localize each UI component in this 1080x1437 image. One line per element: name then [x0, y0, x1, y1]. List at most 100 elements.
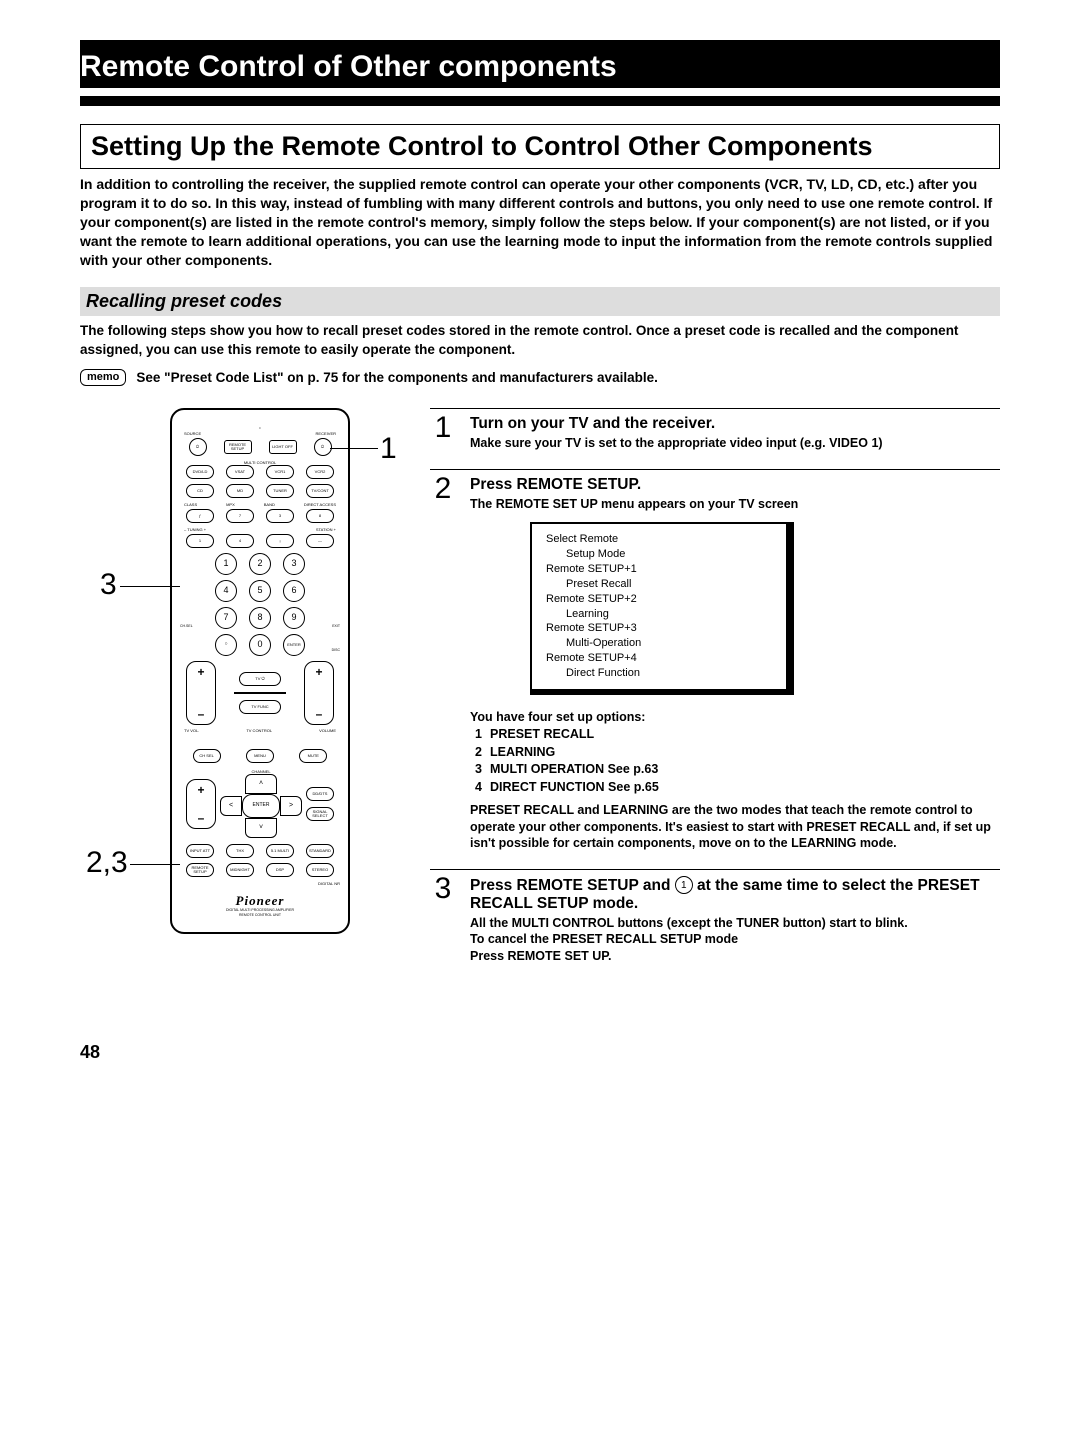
tv-line-1b: Preset Recall	[546, 577, 776, 592]
opt-1-label: PRESET RECALL	[490, 726, 594, 744]
remote-label-mpx: MPX	[226, 503, 235, 507]
remote-mc-md: MD	[226, 484, 254, 498]
opt-4-label: DIRECT FUNCTION See p.65	[490, 779, 659, 797]
remote-dpad-left: ˂	[220, 796, 242, 816]
circled-1-icon: 1	[675, 876, 693, 894]
tv-line-2b: Learning	[546, 607, 776, 622]
remote-label-class: CLASS	[184, 503, 197, 507]
page-header-band: Remote Control of Other components	[80, 40, 1000, 88]
step-3-number: 3	[430, 874, 456, 904]
remote-midnight: MIDNIGHT	[226, 863, 254, 877]
remote-label-tvvol: TV VOL.	[184, 729, 199, 733]
subheading-text: The following steps show you how to reca…	[80, 322, 1000, 358]
tv-line-4a: Remote SETUP+4	[546, 651, 776, 666]
remote-label-band: BAND	[264, 503, 275, 507]
remote-label-tuning: – TUNING +	[184, 528, 206, 532]
callout-3-line	[120, 586, 180, 587]
remote-51multi: 5.1 MULTI	[266, 844, 294, 858]
step-3-note-1: All the MULTI CONTROL buttons (except th…	[470, 915, 1000, 931]
remote-label-source: SOURCE	[184, 432, 201, 436]
remote-num-4: 4	[215, 580, 237, 602]
callout-1: 1	[380, 432, 397, 466]
tv-line-1a: Remote SETUP+1	[546, 562, 776, 577]
remote-label-disc: DISC	[332, 649, 340, 653]
step-2-number: 2	[430, 474, 456, 504]
remote-num-7: 7	[215, 607, 237, 629]
remote-mc-tuner: TUNER	[266, 484, 294, 498]
subheading: Recalling preset codes	[86, 291, 994, 312]
remote-num-enter: ENTER	[283, 634, 305, 656]
remote-left-rocker: +–	[186, 779, 216, 829]
step-1: 1 Turn on your TV and the receiver. Make…	[430, 413, 1000, 451]
remote-tuning-2: 4	[226, 534, 254, 548]
opt-2-n: 2	[470, 744, 482, 762]
remote-mc-cd: CD	[186, 484, 214, 498]
remote-input-att: INPUT ATT	[186, 844, 214, 858]
remote-chsel-btn: CH SEL	[193, 749, 221, 763]
step-1-number: 1	[430, 413, 456, 443]
remote-tv-power: TV ⏻	[239, 672, 281, 686]
step-1-note: Make sure your TV is set to the appropri…	[470, 435, 1000, 451]
remote-remote-setup-top: REMOTE SETUP	[224, 440, 252, 454]
remote-light-off: LIGHT OFF	[269, 440, 297, 454]
callout-2-3: 2,3	[86, 846, 128, 880]
remote-dpad-up: ˄	[245, 774, 277, 794]
options-intro: You have four set up options:	[470, 709, 1000, 727]
opt-3-label: MULTI OPERATION See p.63	[490, 761, 658, 779]
tv-subtitle: Setup Mode	[546, 547, 776, 562]
callout-3: 3	[100, 568, 117, 602]
remote-func-2: 7	[226, 509, 254, 523]
step-2-options-note: PRESET RECALL and LEARNING are the two m…	[470, 802, 1000, 851]
remote-mute-btn: MUTE	[299, 749, 327, 763]
remote-num-0: 0	[249, 634, 271, 656]
remote-func-4: 8	[306, 509, 334, 523]
header-rule	[80, 96, 1000, 106]
page-number: 48	[80, 1042, 1000, 1063]
remote-label-exit: EXIT	[332, 625, 340, 629]
remote-num-1: 1	[215, 553, 237, 575]
remote-mc-vcr1: VCR1	[266, 465, 294, 479]
remote-brand-sub2: REMOTE CONTROL UNIT	[180, 914, 340, 918]
opt-1-n: 1	[470, 726, 482, 744]
remote-num-9: 9	[283, 607, 305, 629]
opt-2-label: LEARNING	[490, 744, 555, 762]
remote-num-3: 3	[283, 553, 305, 575]
remote-diagram-column: 1 3 2,3 • SOURCE RECEIVER ⏻ REMOTE SETUP…	[80, 408, 410, 934]
remote-num-5: 5	[249, 580, 271, 602]
remote-label-volume: VOLUME	[319, 729, 336, 733]
step-3: 3 Press REMOTE SETUP and 1 at the same t…	[430, 874, 1000, 964]
remote-num-6: 6	[283, 580, 305, 602]
step-2-title: Press REMOTE SETUP.	[470, 476, 1000, 494]
remote-label-digitalnr: DIGITAL NR	[180, 882, 346, 886]
page-header-title: Remote Control of Other components	[80, 50, 1000, 84]
step-3-note-2: To cancel the PRESET RECALL SETUP mode	[470, 931, 1000, 947]
step-3-title: Press REMOTE SETUP and 1 at the same tim…	[470, 876, 1000, 913]
memo-row: memo See "Preset Code List" on p. 75 for…	[80, 369, 1000, 386]
remote-thx: THX	[226, 844, 254, 858]
callout-1-line	[330, 448, 378, 449]
remote-label-directaccess: DIRECT ACCESS	[304, 503, 336, 507]
tv-line-2a: Remote SETUP+2	[546, 592, 776, 607]
remote-mc-tvcont: TV/CONT	[306, 484, 334, 498]
step-1-title: Turn on your TV and the receiver.	[470, 415, 1000, 433]
remote-control-illustration: • SOURCE RECEIVER ⏻ REMOTE SETUP LIGHT O…	[170, 408, 350, 934]
opt-3-n: 3	[470, 761, 482, 779]
remote-num-2: 2	[249, 553, 271, 575]
remote-tuning-3: ¡	[266, 534, 294, 548]
remote-volume-rocker: +–	[304, 661, 334, 725]
step-2: 2 Press REMOTE SETUP. The REMOTE SET UP …	[430, 474, 1000, 851]
remote-label-chsel: CH.SEL	[180, 625, 193, 629]
remote-tuning-4: —	[306, 534, 334, 548]
step-2-note: The REMOTE SET UP menu appears on your T…	[470, 496, 1000, 512]
remote-func-3: 3	[266, 509, 294, 523]
remote-dddts: DD/DTS	[306, 787, 334, 801]
remote-dpad-down: ˅	[245, 818, 277, 838]
remote-mc-vsat: VSAT	[226, 465, 254, 479]
step-3-title-pre: Press REMOTE SETUP and	[470, 877, 675, 894]
remote-remote-setup-bottom: REMOTE SETUP	[186, 863, 214, 877]
remote-label-receiver: RECEIVER	[316, 432, 336, 436]
remote-dsp: DSP	[266, 863, 294, 877]
remote-mc-vcr2: VCR2	[306, 465, 334, 479]
remote-mc-dvdld: DVD/LD	[186, 465, 214, 479]
tv-screen-diagram: Select Remote Setup Mode Remote SETUP+1 …	[530, 522, 794, 694]
